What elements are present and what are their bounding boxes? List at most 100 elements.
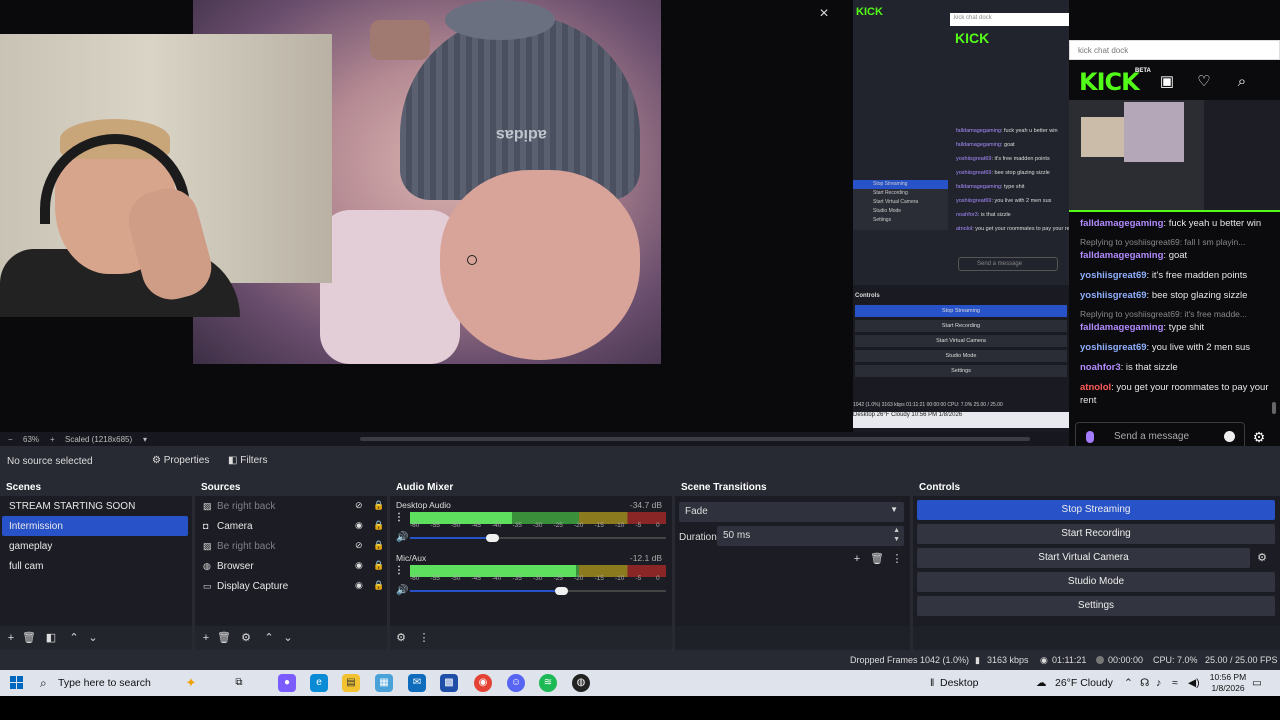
virtual-camera-settings-icon[interactable]: ⚙ <box>1253 548 1271 568</box>
chat-username[interactable]: noahfor3 <box>1080 362 1121 373</box>
chat-username[interactable]: falldamagegaming <box>1080 250 1163 261</box>
kebab-menu-icon[interactable]: ⋮ <box>890 552 904 566</box>
move-down-icon[interactable]: ⌄ <box>86 631 100 645</box>
transition-select[interactable]: Fade ▼ <box>679 502 904 522</box>
scene-item[interactable]: STREAM STARTING SOON <box>2 496 188 516</box>
add-icon[interactable]: + <box>4 631 18 645</box>
source-item[interactable]: ◍ Browser ◉ 🔒 <box>195 556 387 576</box>
close-icon[interactable]: × <box>812 3 836 25</box>
zoom-out-icon[interactable]: − <box>8 435 13 444</box>
chat-scrollbar[interactable] <box>1272 402 1276 414</box>
spin-down-icon[interactable]: ▼ <box>893 536 900 543</box>
windows-start-icon[interactable] <box>10 676 24 690</box>
chat-username[interactable]: atnolol <box>1080 382 1111 393</box>
weather[interactable]: 26°F Cloudy <box>1055 677 1113 689</box>
volume-knob[interactable] <box>555 587 569 595</box>
notifications-icon[interactable]: ▭ <box>1252 677 1262 689</box>
properties-button[interactable]: ⚙ Properties <box>146 452 215 470</box>
speaker-icon[interactable]: 🔊 <box>396 585 408 596</box>
chevron-down-icon[interactable]: ▾ <box>143 435 147 444</box>
eye-icon[interactable]: ◉ <box>355 561 366 570</box>
kebab-menu-icon[interactable]: ⋮ <box>417 631 431 645</box>
task-view-icon[interactable]: ⧉ <box>230 674 248 692</box>
studio-mode-button[interactable]: Studio Mode <box>917 572 1275 592</box>
scene-item[interactable]: gameplay <box>2 536 188 556</box>
lock-icon[interactable]: 🔒 <box>373 520 384 531</box>
store-icon[interactable]: ▦ <box>375 674 393 692</box>
discord-icon[interactable]: ☺ <box>507 674 525 692</box>
move-down-icon[interactable]: ⌄ <box>281 631 295 645</box>
mic-icon[interactable] <box>1086 431 1094 443</box>
volume-knob[interactable] <box>485 534 499 542</box>
eye-icon[interactable]: ◉ <box>355 521 366 530</box>
source-item[interactable]: ▭ Display Capture ◉ 🔒 <box>195 576 387 596</box>
copilot-icon[interactable]: ● <box>278 674 296 692</box>
lock-icon[interactable]: 🔒 <box>373 580 384 591</box>
chat-username[interactable]: yoshiisgreat69 <box>1080 270 1147 281</box>
volume-icon[interactable]: ◀) <box>1188 677 1200 689</box>
volume-slider[interactable] <box>410 534 666 542</box>
heart-icon[interactable]: ♡ <box>1195 73 1213 91</box>
lock-icon[interactable]: 🔒 <box>373 560 384 571</box>
duration-input[interactable]: 50 ms ▲ ▼ <box>717 526 904 546</box>
tray-headphones-icon[interactable]: ☊ <box>1140 677 1149 689</box>
chat-username[interactable]: falldamagegaming <box>1080 322 1163 333</box>
file-explorer-icon[interactable]: ▤ <box>342 674 360 692</box>
stream-preview[interactable] <box>1069 100 1280 212</box>
edge-icon[interactable]: e <box>310 674 328 692</box>
move-up-icon[interactable]: ⌃ <box>262 631 276 645</box>
zoom-in-icon[interactable]: + <box>50 435 55 444</box>
filters-button[interactable]: ◧ Filters <box>222 452 273 470</box>
source-item[interactable]: ▨ Be right back ⊘ 🔒 <box>195 496 387 516</box>
gear-icon[interactable]: ⚙ <box>239 631 253 645</box>
source-list[interactable]: ▨ Be right back ⊘ 🔒 ◘ Camera ◉ 🔒 ▨ Be right back ⊘… <box>195 496 387 626</box>
taskbar-clock[interactable]: 10:56 PM 1/8/2026 <box>1205 672 1251 694</box>
mixer-settings-icon[interactable]: ⚙ <box>394 631 408 645</box>
source-item[interactable]: ▨ Be right back ⊘ 🔒 <box>195 536 387 556</box>
source-item[interactable]: ◘ Camera ◉ 🔒 <box>195 516 387 536</box>
lock-icon[interactable]: 🔒 <box>373 500 384 511</box>
filter-icon[interactable]: ◧ <box>44 631 58 645</box>
obs-icon[interactable]: ◍ <box>572 674 590 692</box>
settings-button[interactable]: Settings <box>917 596 1275 616</box>
move-up-icon[interactable]: ⌃ <box>67 631 81 645</box>
emoji-icon[interactable] <box>1224 431 1235 442</box>
scene-item[interactable]: full cam <box>2 556 188 576</box>
scale-mode[interactable]: Scaled (1218x685) <box>65 435 132 444</box>
chat-username[interactable]: yoshiisgreat69 <box>1080 290 1147 301</box>
chat-username[interactable]: yoshiisgreat69 <box>1080 342 1147 353</box>
tray-mic-icon[interactable]: ♪ <box>1156 677 1161 689</box>
mail-icon[interactable]: ✉ <box>408 674 426 692</box>
library-icon[interactable]: ▣ <box>1158 73 1176 91</box>
chrome-icon[interactable]: ◉ <box>474 674 492 692</box>
wifi-icon[interactable]: ≈ <box>1172 677 1178 689</box>
search-icon[interactable]: ⌕ <box>1233 73 1251 91</box>
preview-scrollbar[interactable] <box>360 437 1030 441</box>
kick-chat-dock[interactable]: kick chat dock KICK BETA ▣ ♡ ⌕ falldamag… <box>1069 40 1280 460</box>
eye-off-icon[interactable]: ⊘ <box>355 501 366 510</box>
kebab-menu-icon[interactable]: ⋮ <box>394 565 404 576</box>
show-hidden-icons-icon[interactable]: ⌃ <box>1124 677 1133 689</box>
weather-icon[interactable]: ☁ <box>1036 677 1047 689</box>
start-virtual-camera-button[interactable]: Start Virtual Camera <box>917 548 1250 568</box>
trash-icon[interactable]: 🗑 <box>22 631 36 645</box>
kebab-menu-icon[interactable]: ⋮ <box>394 512 404 523</box>
start-recording-button[interactable]: Start Recording <box>917 524 1275 544</box>
volume-slider[interactable] <box>410 587 666 595</box>
spotify-icon[interactable]: ≋ <box>539 674 557 692</box>
desktop-toolbar[interactable]: Desktop <box>940 677 979 689</box>
stop-streaming-button[interactable]: Stop Streaming <box>917 500 1275 520</box>
add-icon[interactable]: + <box>850 552 864 566</box>
sparkle-icon[interactable]: ✦ <box>182 674 200 692</box>
eye-off-icon[interactable]: ⊘ <box>355 541 366 550</box>
calendar-icon[interactable]: ▩ <box>440 674 458 692</box>
add-icon[interactable]: + <box>199 631 213 645</box>
lock-icon[interactable]: 🔒 <box>373 540 384 551</box>
spin-up-icon[interactable]: ▲ <box>893 527 900 534</box>
chat-settings-icon[interactable]: ⚙ <box>1250 428 1268 446</box>
eye-icon[interactable]: ◉ <box>355 581 366 590</box>
kick-logo[interactable]: KICK <box>1079 68 1140 96</box>
scene-list[interactable]: STREAM STARTING SOON Intermission gameplay… <box>0 496 192 626</box>
trash-icon[interactable]: 🗑 <box>870 552 884 566</box>
speaker-icon[interactable]: 🔊 <box>396 532 408 543</box>
